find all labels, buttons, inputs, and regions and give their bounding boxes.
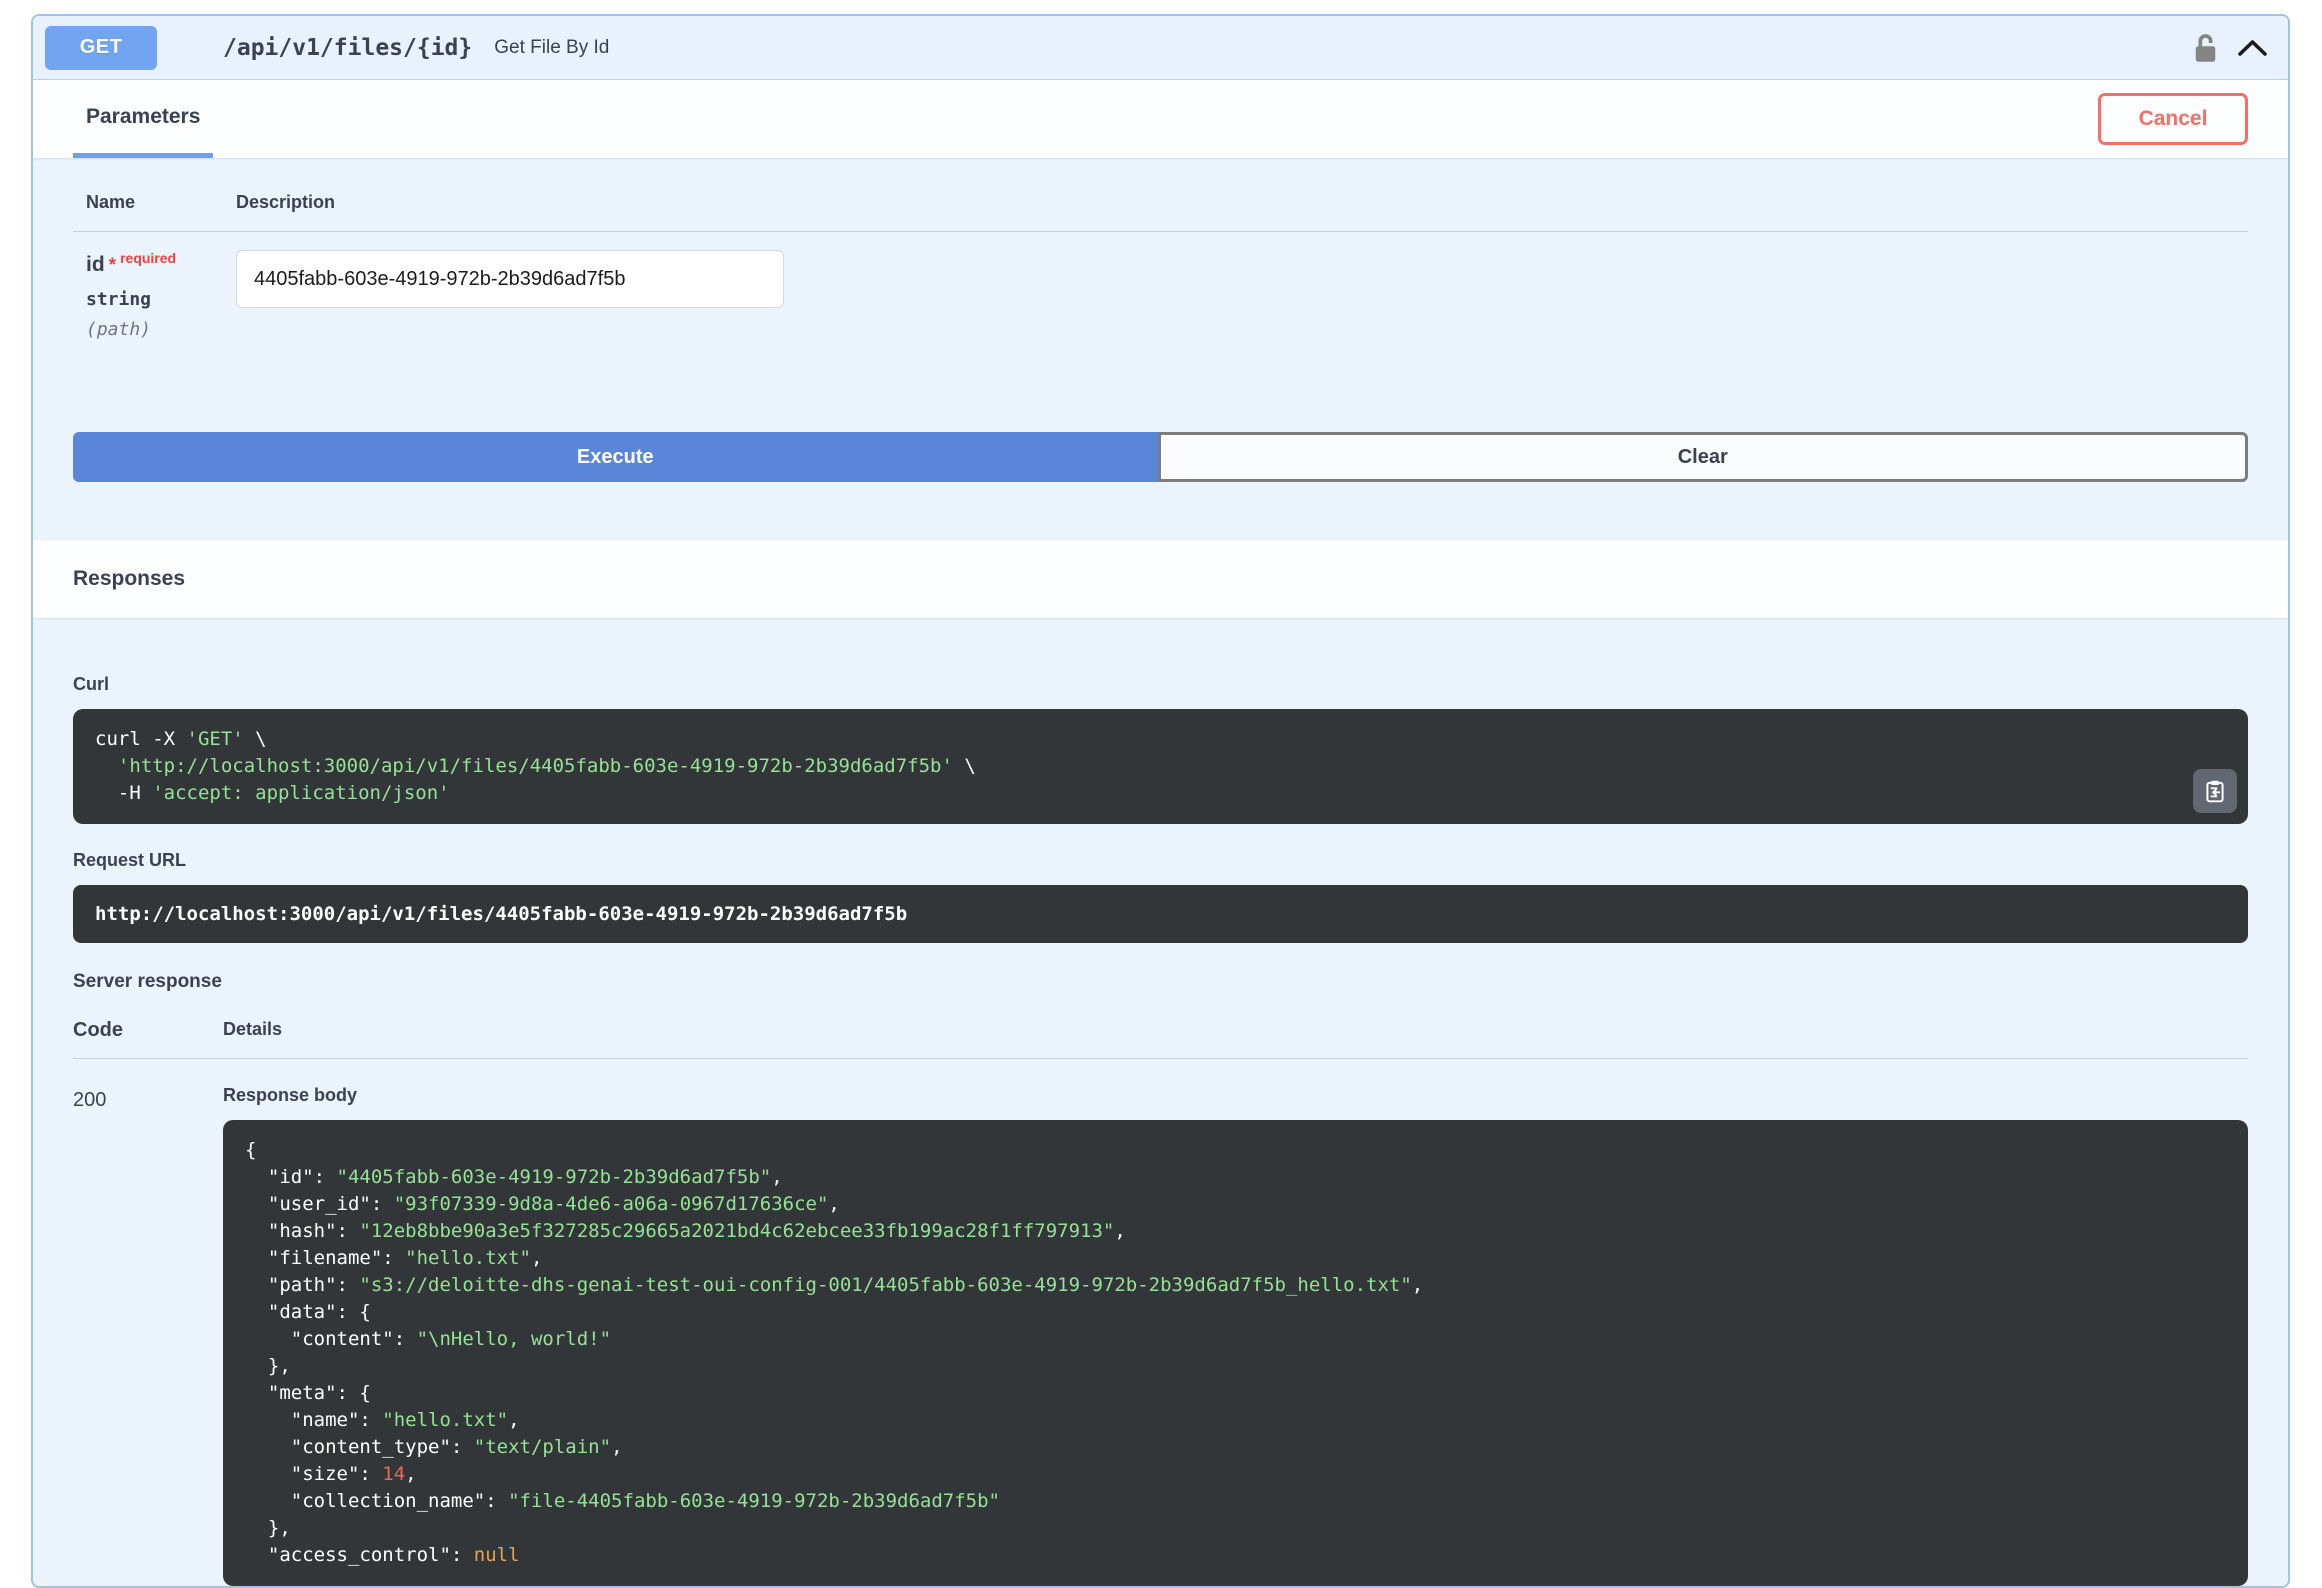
- execute-button[interactable]: Execute: [73, 432, 1158, 482]
- required-label: required: [120, 250, 177, 266]
- responses-title: Responses: [73, 567, 186, 590]
- endpoint-path: /api/v1/files/{id}: [223, 34, 473, 61]
- curl-command: curl -X 'GET' \ 'http://localhost:3000/a…: [73, 709, 2248, 824]
- server-response-label: Server response: [73, 971, 222, 992]
- chevron-up-icon: [2238, 40, 2267, 56]
- column-header-name: Name: [86, 192, 136, 212]
- operation-block-get-file-by-id: GET /api/v1/files/{id} Get File By Id Pa…: [31, 14, 2290, 1588]
- collapse-chevron-up-icon[interactable]: [2237, 38, 2268, 57]
- parameter-row-id: id * required string (path): [73, 232, 2248, 340]
- id-parameter-input[interactable]: [236, 250, 784, 308]
- responses-section-header: Responses: [33, 540, 2288, 618]
- parameter-name-text: id: [86, 253, 105, 276]
- parameter-type: string: [86, 289, 152, 310]
- operation-summary-bar[interactable]: GET /api/v1/files/{id} Get File By Id: [33, 16, 2288, 80]
- request-url-value: http://localhost:3000/api/v1/files/4405f…: [73, 885, 2248, 943]
- parameters-section-header: Parameters Cancel: [33, 80, 2288, 158]
- server-response-table-header: Code Details: [73, 1019, 2248, 1059]
- endpoint-summary: Get File By Id: [494, 36, 610, 58]
- cancel-button[interactable]: Cancel: [2098, 93, 2248, 145]
- unlocked-padlock-icon: [2195, 33, 2216, 62]
- parameters-body: Name Description id * required string (pat…: [33, 158, 2288, 540]
- server-response-row: 200 Response body { "id": "4405fabb-603e…: [73, 1059, 2248, 1586]
- status-code: 200: [73, 1089, 107, 1111]
- responses-body: Curl curl -X 'GET' \ 'http://localhost:3…: [33, 618, 2288, 1586]
- request-url-label: Request URL: [73, 850, 187, 870]
- column-header-code: Code: [73, 1019, 123, 1041]
- required-star: *: [108, 255, 117, 276]
- parameter-name: id * required: [86, 250, 236, 277]
- parameter-location: (path): [86, 319, 152, 340]
- tab-parameters[interactable]: Parameters: [73, 80, 214, 158]
- auth-unlocked-icon[interactable]: [2194, 33, 2217, 63]
- execute-row: Execute Clear: [73, 432, 2248, 482]
- response-details-cell: Response body { "id": "4405fabb-603e-491…: [223, 1085, 2248, 1586]
- response-body-label: Response body: [223, 1085, 358, 1105]
- column-header-description: Description: [236, 192, 336, 212]
- clear-button[interactable]: Clear: [1157, 432, 2248, 482]
- http-method-badge: GET: [45, 25, 157, 70]
- parameter-description-cell: [236, 250, 2235, 340]
- curl-label: Curl: [73, 674, 109, 694]
- parameter-name-cell: id * required string (path): [86, 250, 236, 340]
- curl-wrapper: curl -X 'GET' \ 'http://localhost:3000/a…: [73, 709, 2248, 824]
- parameters-table-header: Name Description: [73, 192, 2248, 232]
- clipboard-copy-icon: [2206, 780, 2224, 803]
- column-header-details: Details: [223, 1019, 283, 1039]
- response-body-json: { "id": "4405fabb-603e-4919-972b-2b39d6a…: [223, 1120, 2248, 1586]
- copy-to-clipboard-button[interactable]: [2193, 769, 2237, 813]
